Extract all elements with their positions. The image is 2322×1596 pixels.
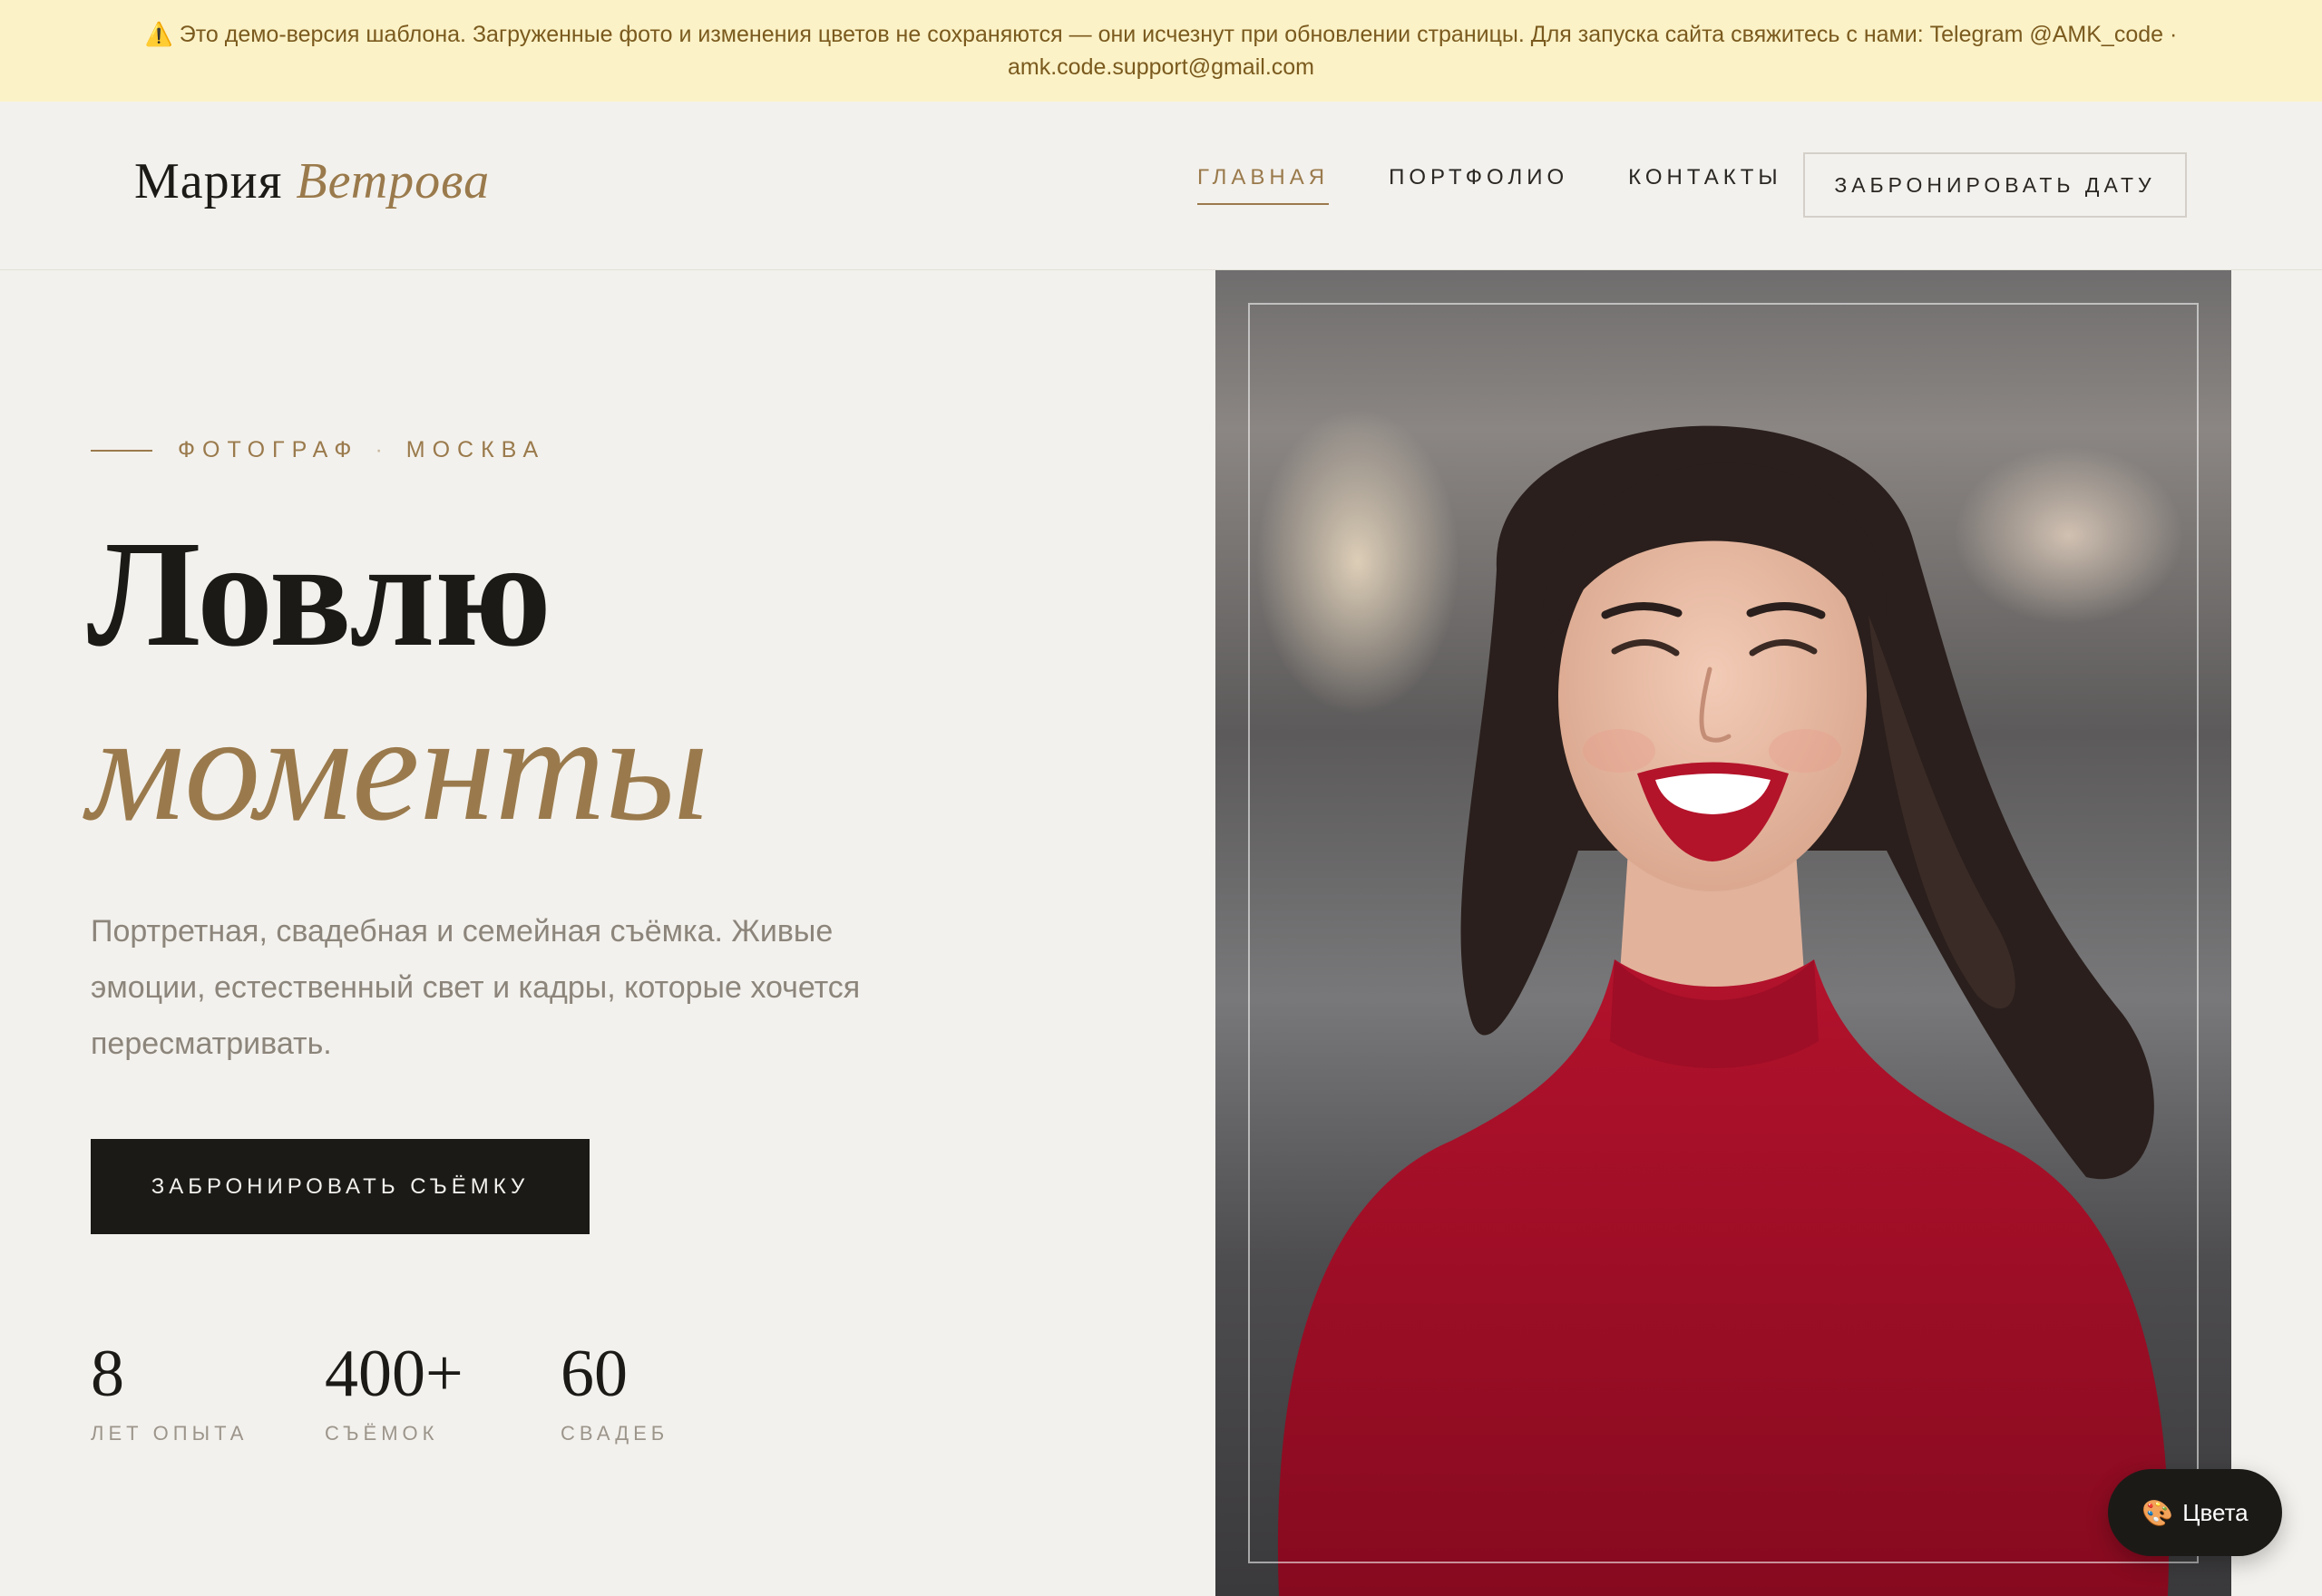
colors-button-label: Цвета <box>2182 1498 2249 1526</box>
book-date-button[interactable]: ЗАБРОНИРОВАТЬ ДАТУ <box>1803 152 2187 218</box>
hero-lead: Портретная, свадебная и семейная съёмка.… <box>91 914 861 1061</box>
logo-last-name: Ветрова <box>296 153 491 209</box>
stat-value: 60 <box>561 1337 628 1411</box>
hero-photo <box>1215 270 2231 1596</box>
nav-item-home[interactable]: ГЛАВНАЯ <box>1197 165 1330 205</box>
stat-value: 8 <box>91 1337 124 1411</box>
stat-label: ЛЕТ ОПЫТА <box>91 1422 249 1445</box>
photo-frame <box>1248 303 2199 1563</box>
site-header: Мария Ветрова ГЛАВНАЯ ПОРТФОЛИО КОНТАКТЫ… <box>0 102 2322 270</box>
hero-eyebrow: ФОТОГРАФ · МОСКВА <box>91 437 545 463</box>
demo-banner-text: ⚠️ Это демо-версия шаблона. Загруженные … <box>144 22 2178 47</box>
logo[interactable]: Мария Ветрова <box>134 152 490 210</box>
eyebrow-separator: · <box>375 437 390 462</box>
page: ⚠️ Это демо-версия шаблона. Загруженные … <box>0 0 2322 1596</box>
stat-value: 400+ <box>325 1337 463 1411</box>
nav-item-portfolio[interactable]: ПОРТФОЛИО <box>1389 165 1568 205</box>
nav-item-contacts[interactable]: КОНТАКТЫ <box>1628 165 1781 205</box>
colors-button[interactable]: 🎨 Цвета <box>2108 1469 2282 1556</box>
eyebrow-city: МОСКВА <box>405 437 546 462</box>
stat-shoots: 400+ СЪЁМОК <box>325 1333 463 1445</box>
eyebrow-line <box>91 449 152 452</box>
stat-experience: 8 ЛЕТ ОПЫТА <box>91 1333 248 1445</box>
hero-title-line1: Ловлю <box>87 510 551 678</box>
eyebrow-role: ФОТОГРАФ <box>178 437 359 462</box>
demo-banner-email[interactable]: amk.code.support@gmail.com <box>1008 51 1314 83</box>
stat-weddings: 60 СВАДЕБ <box>561 1333 668 1445</box>
hero-title-line2: моменты <box>87 684 709 852</box>
stat-label: СЪЁМОК <box>325 1422 439 1445</box>
main-nav: ГЛАВНАЯ ПОРТФОЛИО КОНТАКТЫ <box>1197 165 1842 205</box>
stat-label: СВАДЕБ <box>561 1422 669 1445</box>
logo-first-name: Мария <box>134 153 283 209</box>
book-shoot-button[interactable]: ЗАБРОНИРОВАТЬ СЪЁМКУ <box>91 1139 590 1234</box>
demo-banner: ⚠️ Это демо-версия шаблона. Загруженные … <box>0 0 2322 102</box>
palette-icon: 🎨 <box>2142 1498 2174 1527</box>
